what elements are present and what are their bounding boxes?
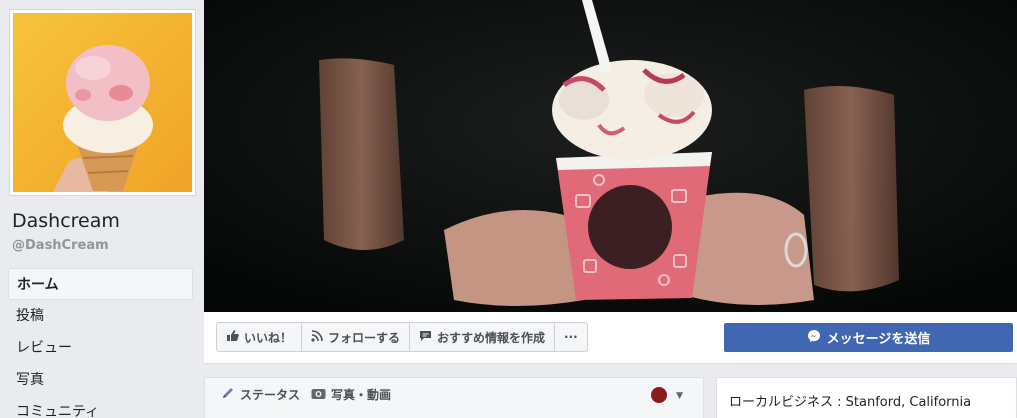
rss-icon bbox=[311, 329, 323, 345]
sidebar-item-community[interactable]: コミュニティ bbox=[8, 396, 193, 418]
ice-cream-cup-image bbox=[204, 0, 1017, 312]
business-category: ローカルビジネス : Stanford, California bbox=[729, 395, 972, 410]
sidebar-item-home[interactable]: ホーム bbox=[8, 268, 193, 300]
comment-icon bbox=[419, 329, 432, 345]
like-label: いいね！ bbox=[244, 330, 293, 345]
composer-tab-status[interactable]: ステータス bbox=[221, 386, 300, 403]
post-composer: ステータス 写真・動画 ▼ bbox=[204, 377, 704, 418]
left-sidebar: Dashcream @DashCream ホーム 投稿 レビュー 写真 コミュニ… bbox=[0, 0, 204, 418]
profile-picture[interactable] bbox=[9, 9, 196, 196]
pencil-icon bbox=[221, 386, 235, 403]
page-handle[interactable]: @DashCream bbox=[12, 238, 109, 253]
like-button[interactable]: いいね！ bbox=[217, 323, 303, 351]
sidebar-item-reviews[interactable]: レビュー bbox=[8, 332, 193, 364]
composer-photo-video-label: 写真・動画 bbox=[331, 388, 392, 402]
send-message-label: メッセージを送信 bbox=[826, 332, 931, 347]
recommend-button[interactable]: おすすめ情報を作成 bbox=[410, 323, 556, 351]
avatar[interactable] bbox=[651, 387, 667, 403]
recommend-label: おすすめ情報を作成 bbox=[437, 330, 546, 345]
page-title[interactable]: Dashcream bbox=[12, 210, 120, 232]
sidebar-nav: ホーム 投稿 レビュー 写真 コミュニティ bbox=[8, 268, 193, 418]
messenger-icon bbox=[807, 329, 821, 347]
action-button-group: いいね！ フォローする おすすめ情報を作成 ··· bbox=[216, 322, 588, 352]
page-action-bar: いいね！ フォローする おすすめ情報を作成 ··· メッセージを送信 bbox=[204, 312, 1017, 364]
camera-icon bbox=[311, 387, 326, 403]
more-options-button[interactable]: ··· bbox=[555, 323, 587, 351]
follow-button[interactable]: フォローする bbox=[302, 323, 411, 351]
about-card: ローカルビジネス : Stanford, California bbox=[716, 377, 1017, 418]
send-message-button[interactable]: メッセージを送信 bbox=[724, 323, 1013, 352]
composer-tab-photo-video[interactable]: 写真・動画 bbox=[311, 386, 391, 403]
follow-label: フォローする bbox=[328, 330, 401, 345]
sidebar-item-posts[interactable]: 投稿 bbox=[8, 300, 193, 332]
ice-cream-cone-image bbox=[13, 13, 192, 192]
chevron-down-icon[interactable]: ▼ bbox=[676, 391, 683, 401]
composer-status-label: ステータス bbox=[240, 388, 301, 402]
thumbs-up-icon bbox=[226, 329, 239, 345]
more-icon: ··· bbox=[564, 330, 578, 344]
sidebar-item-photos[interactable]: 写真 bbox=[8, 364, 193, 396]
cover-photo[interactable] bbox=[204, 0, 1017, 312]
